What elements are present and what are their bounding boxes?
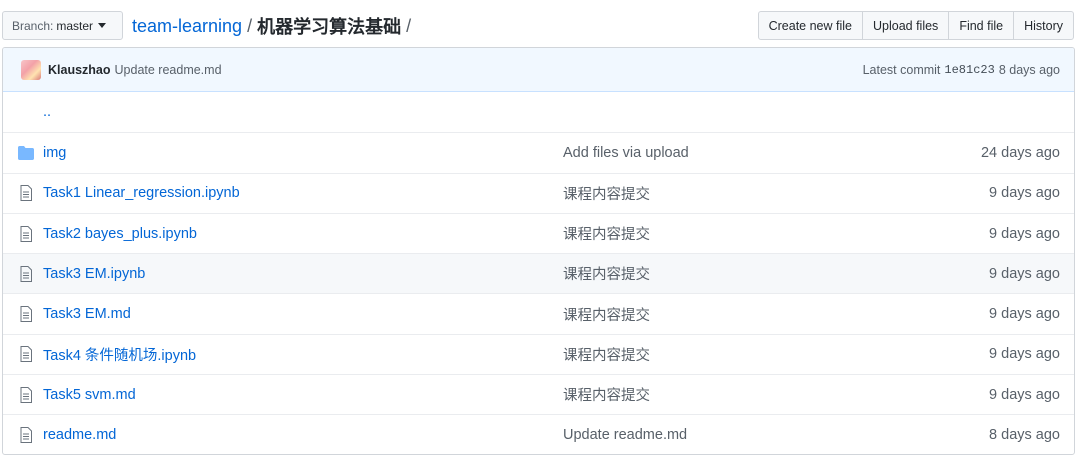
table-row[interactable]: Task3 EM.ipynb 课程内容提交 9 days ago (3, 253, 1074, 294)
file-list: Klauszhao Update readme.md Latest commit… (2, 47, 1075, 455)
commit-age: 24 days ago (980, 144, 1060, 161)
file-icon (18, 306, 34, 323)
table-row[interactable]: Task5 svm.md 课程内容提交 9 days ago (3, 374, 1074, 414)
breadcrumb-current-dir: 机器学习算法基础 (257, 17, 402, 37)
branch-select-button[interactable]: Branch: master (2, 11, 123, 40)
commit-age: 9 days ago (989, 386, 1060, 403)
file-icon (18, 427, 34, 444)
branch-prefix: Branch: (12, 18, 54, 33)
file-name-link[interactable]: img (43, 145, 563, 161)
file-icon (18, 346, 34, 363)
commit-age: 9 days ago (989, 346, 1060, 363)
table-row[interactable]: img Add files via upload 24 days ago (3, 132, 1074, 172)
file-name-link[interactable]: Task4 条件随机场.ipynb (43, 344, 563, 365)
create-new-file-button[interactable]: Create new file (757, 11, 863, 40)
breadcrumb-separator: / (247, 15, 253, 36)
file-name-link[interactable]: Task1 Linear_regression.ipynb (43, 185, 563, 201)
latest-commit-bar: Klauszhao Update readme.md Latest commit… (3, 48, 1074, 92)
parent-directory-link[interactable]: .. (43, 104, 563, 120)
file-name-link[interactable]: Task3 EM.ipynb (43, 266, 563, 282)
file-name-link[interactable]: Task2 bayes_plus.ipynb (43, 226, 563, 242)
breadcrumb: team-learning / 机器学习算法基础 / (132, 13, 416, 39)
table-row[interactable]: readme.md Update readme.md 8 days ago (3, 414, 1074, 454)
folder-icon (18, 145, 34, 160)
table-row[interactable]: Task3 EM.md 课程内容提交 9 days ago (3, 293, 1074, 333)
latest-commit-info: Latest commit 1e81c23 8 days ago (863, 63, 1060, 77)
file-name-link[interactable]: Task5 svm.md (43, 387, 563, 403)
file-icon (18, 185, 34, 202)
commit-age: 9 days ago (989, 225, 1060, 242)
file-name-link[interactable]: readme.md (43, 427, 563, 443)
file-navigation: Branch: master team-learning / 机器学习算法基础 … (0, 0, 1080, 50)
breadcrumb-separator: / (406, 15, 412, 36)
avatar[interactable] (21, 59, 41, 80)
parent-directory-row[interactable]: .. (3, 92, 1074, 132)
history-button[interactable]: History (1013, 11, 1074, 40)
upload-files-button[interactable]: Upload files (861, 11, 950, 40)
table-row[interactable]: Task1 Linear_regression.ipynb 课程内容提交 9 day… (3, 172, 1074, 213)
file-name-link[interactable]: Task3 EM.md (43, 306, 563, 322)
commit-message-link[interactable]: 课程内容提交 (563, 263, 893, 284)
commit-message-link[interactable]: Add files via upload (563, 145, 893, 161)
file-icon (18, 265, 34, 282)
commit-message-link[interactable]: Update readme.md (115, 63, 222, 77)
file-actions: Create new file Upload files Find file H… (757, 11, 1074, 40)
table-row[interactable]: Task2 bayes_plus.ipynb 课程内容提交 9 days ago (3, 212, 1074, 253)
commit-age: 9 days ago (989, 185, 1060, 202)
commit-message-link[interactable]: 课程内容提交 (563, 304, 893, 325)
commit-sha-link[interactable]: 1e81c23 (944, 63, 994, 77)
commit-message-link[interactable]: 课程内容提交 (563, 384, 893, 405)
table-row[interactable]: Task4 条件随机场.ipynb 课程内容提交 9 days ago (3, 333, 1074, 374)
latest-commit-label: Latest commit (862, 62, 941, 77)
file-icon (18, 225, 34, 242)
commit-author-link[interactable]: Klauszhao (48, 63, 111, 77)
commit-age: 8 days ago (998, 62, 1060, 77)
commit-message-link[interactable]: 课程内容提交 (563, 344, 893, 365)
commit-message-link[interactable]: Update readme.md (563, 427, 893, 443)
commit-age: 9 days ago (989, 306, 1060, 323)
branch-name: master (56, 18, 94, 33)
commit-age: 9 days ago (989, 265, 1060, 282)
breadcrumb-repo-link[interactable]: team-learning (132, 16, 242, 37)
find-file-button[interactable]: Find file (948, 11, 1015, 40)
commit-message-link[interactable]: 课程内容提交 (563, 183, 893, 204)
commit-message-link[interactable]: 课程内容提交 (563, 223, 893, 244)
file-icon (18, 386, 34, 403)
commit-age: 8 days ago (989, 427, 1060, 444)
caret-down-icon (98, 23, 107, 28)
